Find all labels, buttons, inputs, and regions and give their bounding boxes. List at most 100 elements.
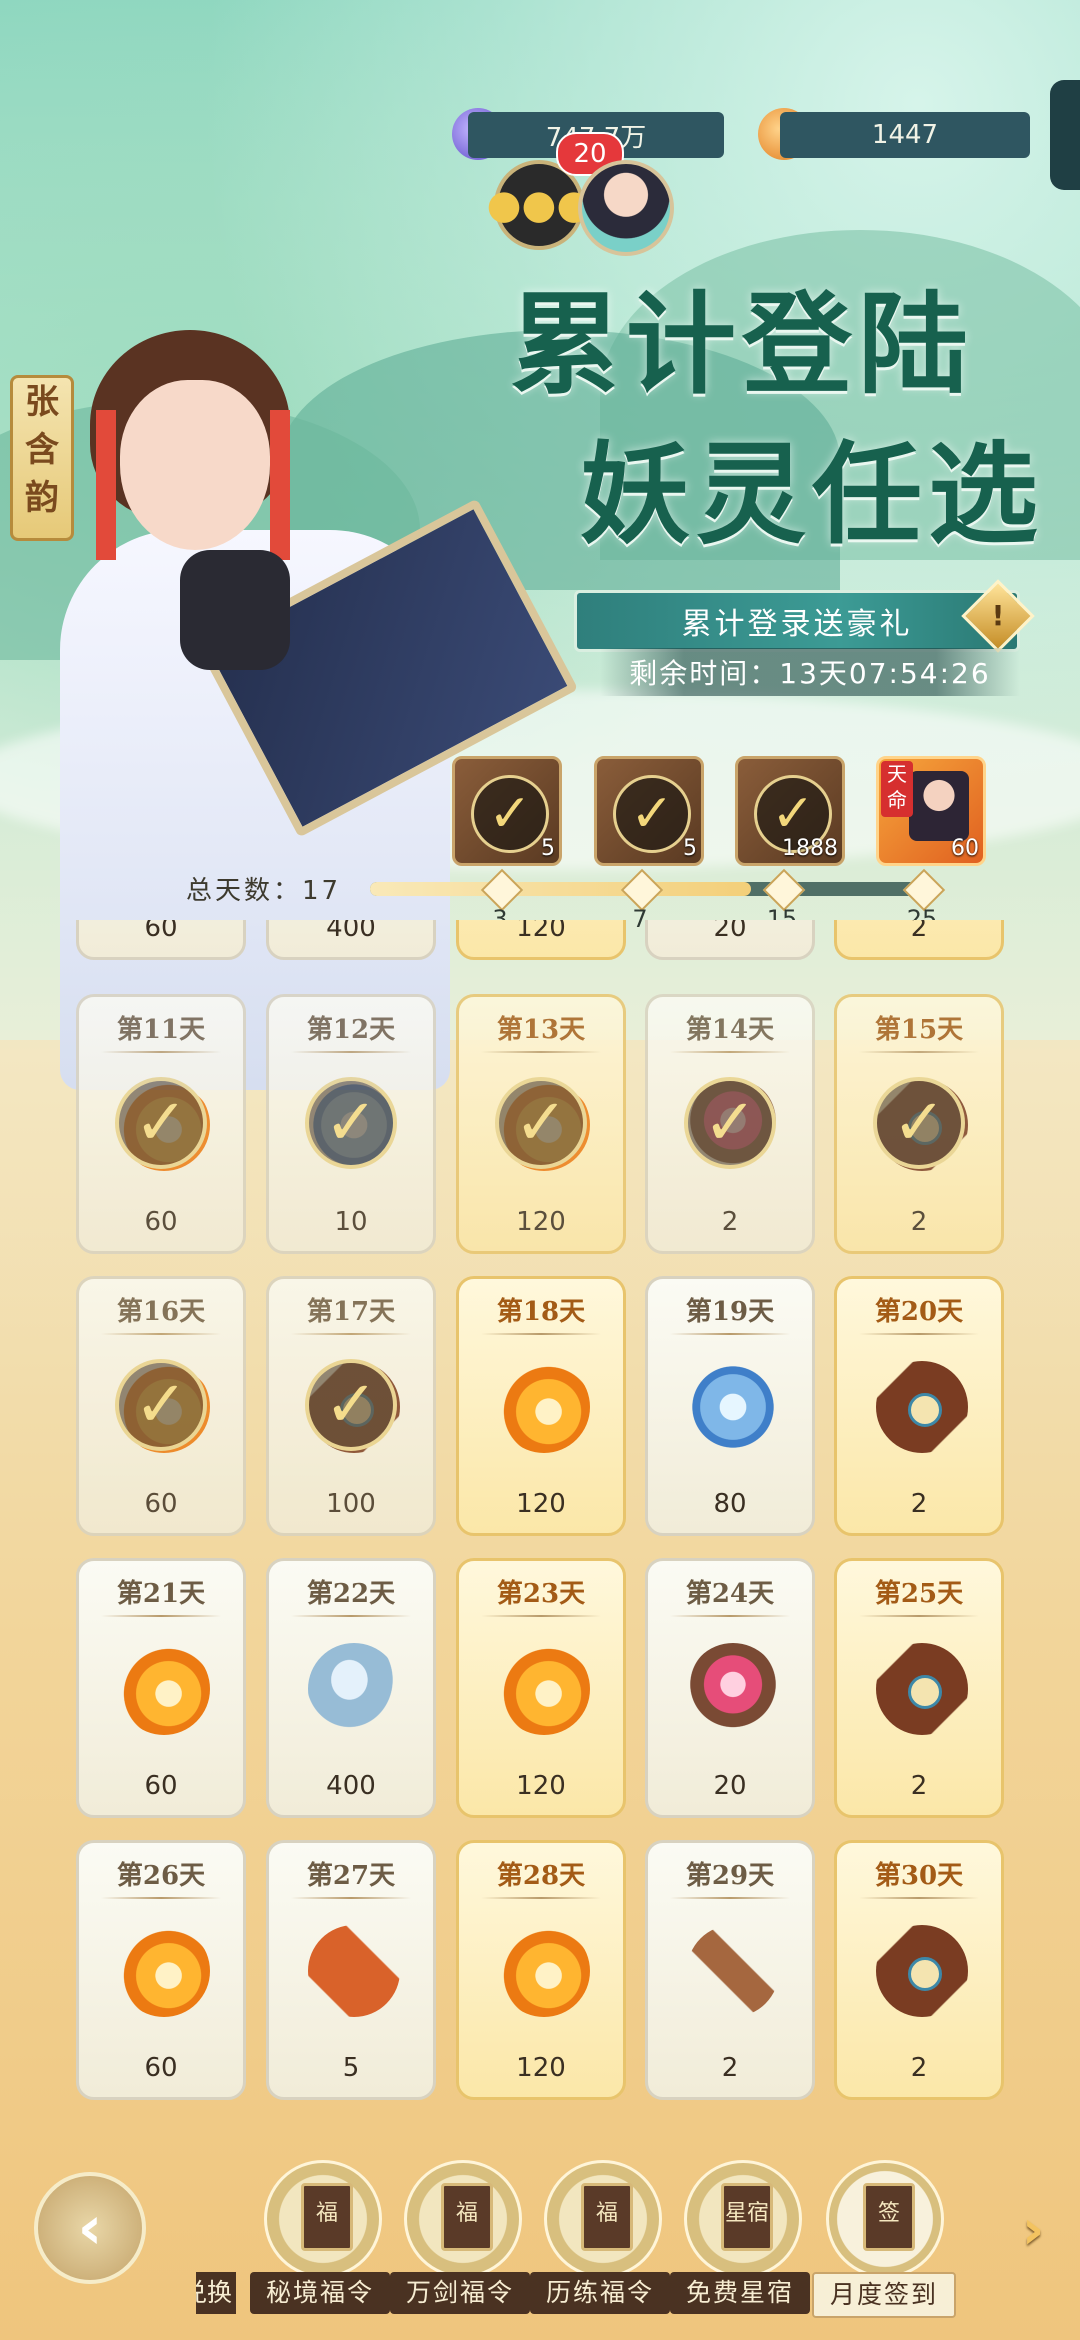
day-card[interactable]: 第11天 ✓ 60 xyxy=(76,994,246,1254)
reward-quantity: 60 xyxy=(144,1207,178,1237)
next-arrow-icon[interactable]: › xyxy=(1022,2198,1062,2261)
day-card[interactable]: 第30天 2 xyxy=(834,1840,1004,2100)
day-card[interactable]: 第16天 ✓ 60 xyxy=(76,1276,246,1536)
divider xyxy=(859,1333,979,1335)
character-name-tag: 张含韵 xyxy=(10,375,74,541)
checkmark-icon: ✓ xyxy=(305,1077,397,1169)
reward-quantity: 5 xyxy=(342,2053,360,2083)
divider xyxy=(670,1897,790,1899)
checkmark-icon: ✓ xyxy=(613,775,691,853)
event-title-line1: 累计登陆 xyxy=(510,280,974,409)
day-card[interactable]: 第26天 60 xyxy=(76,1840,246,2100)
day-card[interactable]: 第19天 80 xyxy=(645,1276,815,1536)
day-card[interactable]: 第25天 2 xyxy=(834,1558,1004,1818)
divider xyxy=(481,1615,601,1617)
milestone-reward-7[interactable]: ✓ 5 xyxy=(594,756,704,866)
day-card[interactable]: 第24天 20 xyxy=(645,1558,815,1818)
day-card-partial[interactable]: 120 xyxy=(456,920,626,960)
tab-exchange-partial[interactable]: 兑换 xyxy=(196,2160,236,2340)
reward-quantity: 2 xyxy=(910,2053,928,2083)
tab-1[interactable]: 福万剑福令 xyxy=(390,2160,530,2340)
day-card[interactable]: 第29天 2 xyxy=(645,1840,815,2100)
scroll-icon xyxy=(876,1925,968,2017)
day-card-partial[interactable]: 400 xyxy=(266,920,436,960)
checkmark-icon: ✓ xyxy=(305,1359,397,1451)
player-avatar[interactable] xyxy=(578,160,674,256)
reward-quantity: 400 xyxy=(326,1771,376,1801)
day-label: 第28天 xyxy=(496,1861,586,1891)
checkmark-icon: ✓ xyxy=(115,1359,207,1451)
day-card[interactable]: 第15天 ✓ 2 xyxy=(834,994,1004,1254)
tab-icon: 星宿 xyxy=(684,2160,802,2278)
day-card[interactable]: 第28天 120 xyxy=(456,1840,626,2100)
divider xyxy=(101,1051,221,1053)
day-card[interactable]: 第23天 120 xyxy=(456,1558,626,1818)
reward-quantity: 120 xyxy=(516,1207,566,1237)
scroll-icon xyxy=(876,1643,968,1735)
tab-4[interactable]: 签月度签到 xyxy=(812,2160,956,2340)
total-days-text: 总天数： xyxy=(186,876,303,906)
tab-icon: 福 xyxy=(264,2160,382,2278)
day-label: 第13天 xyxy=(496,1015,586,1045)
day-card[interactable]: 第14天 ✓ 2 xyxy=(645,994,815,1254)
reward-quantity: 20 xyxy=(713,1771,747,1801)
milestone-reward-15[interactable]: ✓ 1888 xyxy=(735,756,845,866)
day-label: 第29天 xyxy=(685,1861,775,1891)
day-card[interactable]: 第13天 ✓ 120 xyxy=(456,994,626,1254)
day-label: 第27天 xyxy=(306,1861,396,1891)
day-card[interactable]: 第27天 5 xyxy=(266,1840,436,2100)
divider xyxy=(670,1615,790,1617)
divider xyxy=(481,1333,601,1335)
divider xyxy=(101,1897,221,1899)
milestone-reward-25[interactable]: 天命 60 xyxy=(876,756,986,866)
tab-2[interactable]: 福历练福令 xyxy=(530,2160,670,2340)
tab-label: 兑换 xyxy=(196,2272,236,2314)
info-icon: ! xyxy=(991,599,1005,632)
reward-quantity: 80 xyxy=(713,1489,747,1519)
side-menu-handle[interactable] xyxy=(1050,80,1080,190)
divider xyxy=(291,1897,411,1899)
day-label: 第12天 xyxy=(306,1015,396,1045)
checkmark-icon: ✓ xyxy=(115,1077,207,1169)
day-card[interactable]: 第20天 2 xyxy=(834,1276,1004,1536)
day-card-partial[interactable]: 2 xyxy=(834,920,1004,960)
day-card[interactable]: 第18天 120 xyxy=(456,1276,626,1536)
day-label: 第11天 xyxy=(116,1015,206,1045)
day-label: 第21天 xyxy=(116,1579,206,1609)
day-label: 第23天 xyxy=(496,1579,586,1609)
tab-label: 月度签到 xyxy=(812,2272,956,2318)
reward-quantity: 2 xyxy=(910,1207,928,1237)
total-days-label: 总天数：17 xyxy=(186,870,341,907)
milestone-count: 5 xyxy=(541,836,555,861)
milestone-count: 1888 xyxy=(782,836,838,861)
chat-bubble-icon: ●●● xyxy=(486,182,592,228)
flame-icon xyxy=(118,1925,210,2017)
reward-quantity: 120 xyxy=(516,1771,566,1801)
countdown-timer: 剩余时间：13天07:54:26 xyxy=(600,648,1020,696)
divider xyxy=(101,1615,221,1617)
progress-fill xyxy=(370,882,751,896)
milestone-reward-3[interactable]: ✓ 5 xyxy=(452,756,562,866)
divider xyxy=(481,1051,601,1053)
milestone-count: 60 xyxy=(951,836,979,861)
reward-quantity: 120 xyxy=(516,2053,566,2083)
divider xyxy=(481,1897,601,1899)
day-card[interactable]: 第12天 ✓ 10 xyxy=(266,994,436,1254)
checkmark-icon: ✓ xyxy=(873,1077,965,1169)
day-card[interactable]: 第21天 60 xyxy=(76,1558,246,1818)
day-label: 第22天 xyxy=(306,1579,396,1609)
day-card[interactable]: 第22天 400 xyxy=(266,1558,436,1818)
flame-currency-display[interactable]: 1447 xyxy=(780,112,1030,158)
day-label: 第26天 xyxy=(116,1861,206,1891)
day-label: 第17天 xyxy=(306,1297,396,1327)
tab-3[interactable]: 星宿 免费星宿 xyxy=(670,2160,810,2340)
divider xyxy=(101,1333,221,1335)
day-card-partial[interactable]: 20 xyxy=(645,920,815,960)
tab-0[interactable]: 福秘境福令 xyxy=(250,2160,390,2340)
egg-icon xyxy=(308,1643,400,1735)
day-card-partial[interactable]: 60 xyxy=(76,920,246,960)
tab-label: 免费星宿 xyxy=(670,2272,810,2314)
day-card[interactable]: 第17天 ✓ 100 xyxy=(266,1276,436,1536)
tab-label: 秘境福令 xyxy=(250,2272,390,2314)
back-button[interactable]: ‹ xyxy=(34,2172,146,2284)
